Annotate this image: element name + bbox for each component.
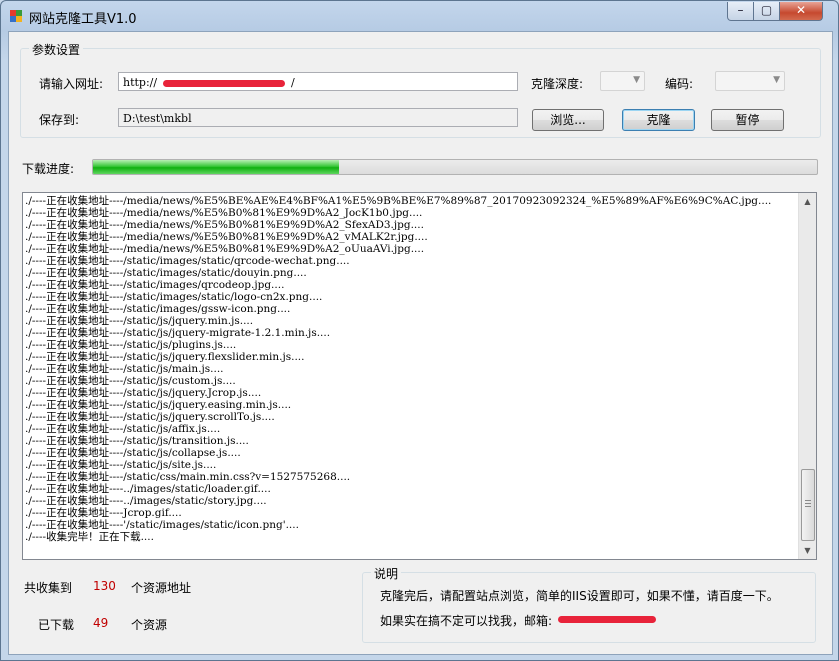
- log-line: ./----正在收集地址----../images/static/loader.…: [25, 483, 271, 495]
- depth-select[interactable]: ▼: [600, 71, 645, 91]
- log-line: ./----正在收集地址----../images/static/story.j…: [25, 495, 267, 507]
- log-line: ./----正在收集地址----/static/js/jquery.scroll…: [25, 411, 275, 423]
- minimize-icon: –: [737, 3, 744, 17]
- save-label: 保存到:: [39, 113, 80, 127]
- log-line: ./----正在收集地址----/static/js/jquery.easing…: [25, 399, 292, 411]
- encoding-label: 编码:: [665, 77, 694, 91]
- log-line: ./----正在收集地址----/static/js/main.js....: [25, 363, 224, 375]
- log-line: ./----正在收集地址----/static/js/jquery.min.js…: [25, 315, 254, 327]
- downloaded-count: 49: [93, 616, 109, 630]
- log-line: ./----正在收集地址----Jcrop.gif....: [25, 507, 182, 519]
- progress-label: 下载进度:: [22, 162, 75, 176]
- chevron-down-icon: ▼: [633, 75, 640, 85]
- url-prefix: http://: [123, 76, 158, 89]
- notes-group-title: 说明: [371, 565, 402, 582]
- log-line: ./----正在收集地址----/static/css/main.min.css…: [25, 471, 351, 483]
- log-line: ./----收集完毕！正在下载....: [25, 531, 154, 543]
- collected-suffix: 个资源地址: [131, 581, 192, 595]
- encoding-select[interactable]: ▼: [715, 71, 785, 91]
- log-line: ./----正在收集地址----/media/news/%E5%B0%81%E9…: [25, 243, 425, 255]
- log-line: ./----正在收集地址----/static/js/jquery.Jcrop.…: [25, 387, 262, 399]
- url-input[interactable]: http:// /: [118, 72, 518, 91]
- log-line: ./----正在收集地址----/media/news/%E5%BE%AE%E4…: [25, 195, 772, 207]
- collected-count: 130: [93, 579, 116, 593]
- log-line: ./----正在收集地址----/static/images/static/do…: [25, 267, 307, 279]
- notes-line-1: 克隆完后，请配置站点浏览，简单的IIS设置即可，如果不懂，请百度一下。: [380, 589, 779, 603]
- log-line: ./----正在收集地址----/media/news/%E5%B0%81%E9…: [25, 231, 428, 243]
- scroll-thumb[interactable]: [801, 469, 815, 541]
- pause-button[interactable]: 暂停: [711, 109, 784, 131]
- client-area: 参数设置 请输入网址: http:// / 克隆深度: ▼ 编码: ▼ 保存到:…: [8, 31, 833, 655]
- title-bar[interactable]: 网站克隆工具V1.0 – ▢ ✕: [1, 1, 838, 31]
- params-group-title: 参数设置: [29, 41, 84, 58]
- depth-label: 克隆深度:: [531, 77, 584, 91]
- log-lines: ./----正在收集地址----/media/news/%E5%BE%AE%E4…: [25, 195, 797, 543]
- app-window: 网站克隆工具V1.0 – ▢ ✕ 参数设置 请输入网址: http:// / 克…: [0, 0, 839, 661]
- log-line: ./----正在收集地址----/static/js/affix.js....: [25, 423, 221, 435]
- url-label: 请输入网址:: [39, 77, 104, 91]
- url-suffix: /: [291, 76, 295, 89]
- scroll-down-icon[interactable]: ▼: [799, 542, 816, 559]
- download-progress-bar: [92, 159, 818, 175]
- maximize-icon: ▢: [760, 3, 773, 17]
- log-line: ./----正在收集地址----/static/js/collapse.js..…: [25, 447, 241, 459]
- scroll-up-icon[interactable]: ▲: [799, 193, 816, 210]
- log-line: ./----正在收集地址----'/static/images/static/i…: [25, 519, 299, 531]
- chevron-down-icon: ▼: [773, 75, 780, 85]
- log-line: ./----正在收集地址----/static/images/static/lo…: [25, 291, 323, 303]
- log-line: ./----正在收集地址----/static/images/static/qr…: [25, 255, 350, 267]
- log-line: ./----正在收集地址----/static/js/transition.js…: [25, 435, 249, 447]
- log-line: ./----正在收集地址----/media/news/%E5%B0%81%E9…: [25, 219, 424, 231]
- clone-button[interactable]: 克隆: [622, 109, 695, 131]
- maximize-button[interactable]: ▢: [753, 2, 780, 21]
- close-icon: ✕: [795, 3, 807, 17]
- log-scrollbar[interactable]: ▲ ▼: [798, 193, 816, 559]
- log-line: ./----正在收集地址----/static/js/jquery-migrat…: [25, 327, 331, 339]
- downloaded-label: 已下载: [38, 618, 75, 632]
- email-redaction: [558, 616, 656, 623]
- browse-button[interactable]: 浏览...: [532, 109, 604, 131]
- progress-fill: [93, 160, 340, 174]
- log-line: ./----正在收集地址----/static/images/qrcodeop.…: [25, 279, 285, 291]
- log-line: ./----正在收集地址----/static/js/plugins.js...…: [25, 339, 237, 351]
- downloaded-suffix: 个资源: [131, 618, 168, 632]
- app-icon: [10, 10, 22, 22]
- log-line: ./----正在收集地址----/media/news/%E5%B0%81%E9…: [25, 207, 423, 219]
- url-redaction: [163, 80, 285, 87]
- save-path-field[interactable]: D:\test\mkbl: [118, 108, 518, 127]
- collected-label: 共收集到: [24, 581, 73, 595]
- log-line: ./----正在收集地址----/static/js/custom.js....: [25, 375, 236, 387]
- notes-group: 说明: [362, 565, 816, 643]
- window-title: 网站克隆工具V1.0: [29, 12, 137, 27]
- log-output[interactable]: ./----正在收集地址----/media/news/%E5%BE%AE%E4…: [22, 192, 817, 560]
- minimize-button[interactable]: –: [727, 2, 754, 21]
- grip-icon: [805, 500, 811, 508]
- log-line: ./----正在收集地址----/static/js/site.js....: [25, 459, 217, 471]
- log-line: ./----正在收集地址----/static/js/jquery.flexsl…: [25, 351, 305, 363]
- notes-line-2: 如果实在搞不定可以找我，邮箱:: [380, 614, 553, 628]
- log-line: ./----正在收集地址----/static/images/gssw-icon…: [25, 303, 291, 315]
- close-button[interactable]: ✕: [779, 2, 823, 21]
